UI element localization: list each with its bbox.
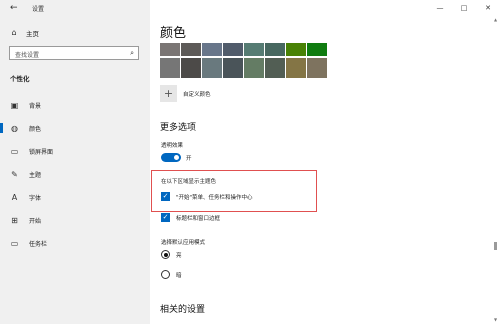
taskbar-icon: ▭ [10, 239, 19, 248]
transparency-label: 透明效果 [161, 143, 184, 149]
sidebar-item-label: 字体 [29, 195, 42, 202]
titlebar-left: ← 设置 [0, 0, 150, 16]
custom-color-label: 自定义颜色 [183, 91, 211, 98]
sidebar: ← 设置 ⌂ 主页 查找设置 ⌕ 个性化 ▣ 背景 ◍ 颜色 ▭ 锁屏界面 ✎ … [0, 0, 150, 324]
radio-dot [163, 252, 168, 257]
checkbox-label: "开始"菜单、任务栏和操作中心 [176, 194, 253, 201]
home-icon: ⌂ [11, 28, 17, 37]
sidebar-nav: ▣ 背景 ◍ 颜色 ▭ 锁屏界面 ✎ 主题 A 字体 ⊞ 开始 ▭ 任务栏 [0, 94, 150, 255]
sidebar-item-start[interactable]: ⊞ 开始 [0, 209, 150, 232]
sidebar-item-fonts[interactable]: A 字体 [0, 186, 150, 209]
color-swatch[interactable] [286, 43, 306, 56]
radio-light-row[interactable]: 亮 [161, 250, 182, 259]
plus-icon: + [160, 85, 177, 102]
palette-icon: ◍ [11, 124, 18, 133]
page-title: 颜色 [160, 26, 187, 41]
app-title: 设置 [32, 6, 45, 13]
lock-screen-icon: ▭ [10, 147, 19, 156]
checkbox-label: 标题栏和窗口边框 [176, 215, 221, 222]
color-swatch[interactable] [181, 58, 201, 78]
radio-dark[interactable] [161, 270, 170, 279]
sidebar-item-colors[interactable]: ◍ 颜色 [0, 117, 150, 140]
maximize-button[interactable]: □ [452, 0, 476, 16]
window-controls: — □ ✕ [428, 0, 500, 16]
swatch-row [160, 43, 330, 56]
search-input[interactable]: 查找设置 ⌕ [9, 46, 139, 60]
color-swatch[interactable] [160, 58, 180, 78]
start-taskbar-checkbox-row[interactable]: ✓ "开始"菜单、任务栏和操作中心 [161, 192, 253, 201]
sidebar-item-label: 背景 [29, 103, 42, 110]
home-label: 主页 [26, 30, 39, 38]
transparency-toggle-row: 开 [161, 153, 192, 162]
show-accent-label: 在以下区域显示主题色 [161, 179, 217, 185]
minimize-button[interactable]: — [428, 0, 452, 16]
color-swatch[interactable] [307, 58, 327, 78]
sidebar-item-themes[interactable]: ✎ 主题 [0, 163, 150, 186]
sidebar-item-label: 颜色 [29, 126, 42, 133]
toggle-knob [174, 155, 179, 160]
color-swatch-grid [160, 43, 330, 80]
checkmark-icon[interactable]: ✓ [161, 213, 170, 222]
sidebar-item-taskbar[interactable]: ▭ 任务栏 [0, 232, 150, 255]
scroll-up-icon[interactable]: ▲ [493, 17, 498, 22]
swatch-row [160, 58, 330, 78]
toggle-state-label: 开 [186, 155, 192, 162]
scrollbar-thumb[interactable] [494, 242, 497, 250]
back-arrow-icon[interactable]: ← [10, 3, 18, 13]
scrollbar[interactable]: ▲ ▼ [493, 17, 498, 322]
theme-icon: ✎ [11, 170, 18, 179]
color-swatch[interactable] [160, 43, 180, 56]
titlebar-checkbox-row[interactable]: ✓ 标题栏和窗口边框 [161, 213, 220, 222]
radio-label: 亮 [176, 252, 182, 259]
start-icon: ⊞ [11, 216, 18, 225]
color-swatch[interactable] [202, 43, 222, 56]
checkmark-icon[interactable]: ✓ [161, 192, 170, 201]
default-mode-label: 选择默认应用模式 [161, 240, 206, 246]
color-swatch[interactable] [265, 43, 285, 56]
color-swatch[interactable] [265, 58, 285, 78]
more-options-heading: 更多选项 [160, 123, 197, 133]
transparency-toggle[interactable] [161, 153, 181, 162]
sidebar-item-label: 主题 [29, 172, 42, 179]
search-placeholder: 查找设置 [15, 52, 40, 59]
scroll-down-icon[interactable]: ▼ [493, 317, 498, 322]
home-nav-item[interactable]: ⌂ 主页 [10, 28, 39, 39]
color-swatch[interactable] [181, 43, 201, 56]
close-button[interactable]: ✕ [476, 0, 500, 16]
sidebar-item-label: 任务栏 [29, 241, 48, 248]
custom-color-button[interactable]: + 自定义颜色 [160, 85, 211, 102]
radio-dark-row[interactable]: 暗 [161, 270, 182, 279]
section-title: 个性化 [10, 75, 30, 83]
color-swatch[interactable] [286, 58, 306, 78]
color-swatch[interactable] [244, 58, 264, 78]
color-swatch[interactable] [202, 58, 222, 78]
sidebar-item-label: 开始 [29, 218, 42, 225]
radio-light[interactable] [161, 250, 170, 259]
color-swatch[interactable] [223, 43, 243, 56]
color-swatch[interactable] [307, 43, 327, 56]
sidebar-item-background[interactable]: ▣ 背景 [0, 94, 150, 117]
radio-label: 暗 [176, 272, 182, 279]
related-settings-heading: 相关的设置 [160, 305, 206, 315]
search-icon[interactable]: ⌕ [130, 49, 134, 58]
sidebar-item-lock-screen[interactable]: ▭ 锁屏界面 [0, 140, 150, 163]
color-swatch[interactable] [223, 58, 243, 78]
sidebar-item-label: 锁屏界面 [29, 149, 54, 156]
image-icon: ▣ [10, 101, 19, 110]
color-swatch[interactable] [244, 43, 264, 56]
font-icon: A [11, 193, 18, 202]
